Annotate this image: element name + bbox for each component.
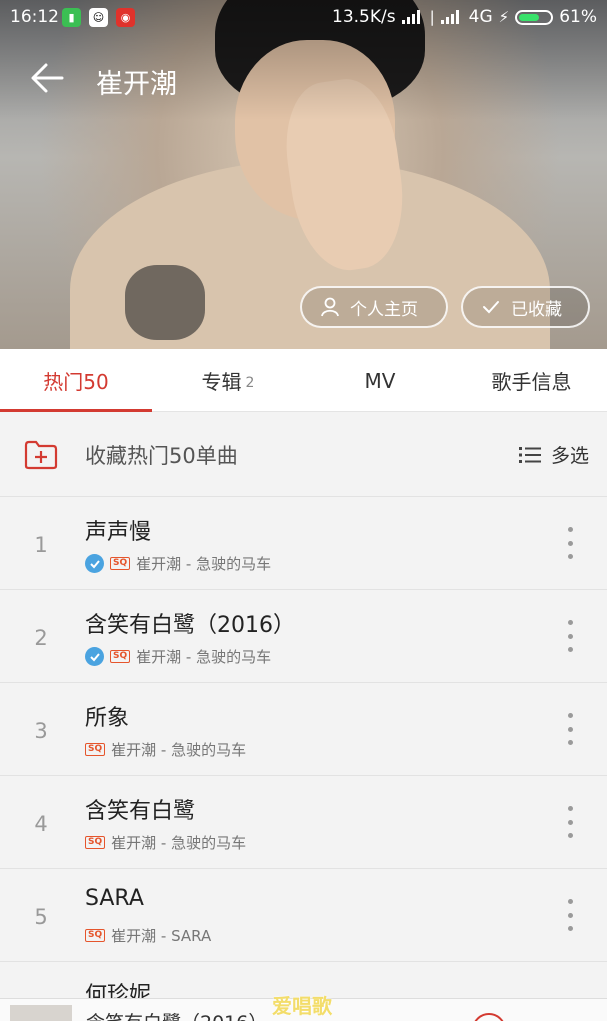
song-meta: SQ 崔开潮 - 急驶的马车 [85, 739, 246, 760]
collected-label: 已收藏 [511, 299, 562, 320]
song-row[interactable]: 2 含笑有白鹭（2016） SQ 崔开潮 - 急驶的马车 [0, 590, 607, 683]
tab-artist-info-label: 歌手信息 [491, 370, 572, 394]
song-artist-album: 崔开潮 - SARA [111, 927, 212, 945]
check-icon [483, 301, 499, 314]
more-options-icon[interactable] [563, 527, 577, 559]
song-meta: SQ 崔开潮 - 急驶的马车 [85, 832, 246, 853]
tab-mv[interactable]: MV [304, 349, 456, 412]
collected-button[interactable]: 已收藏 [461, 286, 590, 328]
artist-header-image: 16:12 ▮ ☺ ◉ 13.5K/s | 4G ⚡ 61% 崔开潮 个人主页 … [0, 0, 607, 349]
song-index: 3 [34, 719, 48, 743]
tab-artist-info[interactable]: 歌手信息 [456, 349, 607, 412]
more-options-icon[interactable] [563, 620, 577, 652]
back-arrow-icon [31, 63, 64, 93]
multi-select-button[interactable]: 多选 [518, 441, 589, 468]
tab-albums-label: 专辑 [201, 370, 242, 394]
sq-badge: SQ [85, 929, 106, 942]
song-title: 含笑有白鹭（2016） [85, 613, 295, 638]
song-list: 1 声声慢 SQ 崔开潮 - 急驶的马车 2 含笑有白鹭（2016） SQ 崔开… [0, 497, 607, 962]
watermark-text: 爱唱歌 [272, 994, 332, 1018]
battery-icon [515, 9, 554, 25]
sq-badge: SQ [110, 650, 131, 663]
song-index: 1 [34, 533, 48, 557]
page-title: 崔开潮 [96, 69, 177, 100]
collect-all-label: 收藏热门50单曲 [85, 444, 238, 468]
sq-badge: SQ [85, 743, 106, 756]
notification-icon: ▮ [62, 8, 81, 27]
downloaded-check-icon [85, 554, 104, 573]
tab-mv-label: MV [364, 368, 396, 393]
song-index: 4 [34, 812, 48, 836]
song-artist-album: 崔开潮 - 急驶的马车 [111, 741, 247, 759]
status-right: 13.5K/s | 4G ⚡ 61% [332, 7, 597, 27]
now-playing-title: 含笑有白鹭（2016） [86, 1008, 267, 1021]
network-speed: 13.5K/s [332, 7, 396, 27]
tab-hot-50[interactable]: 热门50 [0, 349, 152, 412]
more-options-icon[interactable] [563, 713, 577, 745]
song-index: 2 [34, 626, 48, 650]
charging-icon: ⚡ [498, 8, 510, 26]
person-icon [321, 297, 339, 317]
song-row[interactable]: 1 声声慢 SQ 崔开潮 - 急驶的马车 [0, 497, 607, 590]
add-folder-icon [24, 440, 58, 470]
song-meta: SQ 崔开潮 - SARA [85, 925, 211, 946]
tab-albums-count: 2 [245, 374, 255, 391]
music-app-icon: ◉ [116, 8, 135, 27]
artist-photo-shirt-print [125, 265, 205, 340]
sq-badge: SQ [85, 836, 106, 849]
artist-tabs: 热门50 专辑 2 MV 歌手信息 [0, 349, 607, 412]
status-notification-icons: ▮ ☺ ◉ [62, 8, 135, 27]
network-type: 4G [468, 7, 493, 27]
collect-all-row[interactable]: 收藏热门50单曲 多选 [0, 413, 607, 497]
song-title: 所象 [85, 706, 130, 731]
battery-level: 61% [559, 7, 597, 27]
artist-homepage-label: 个人主页 [350, 299, 418, 320]
multi-select-label: 多选 [550, 445, 589, 467]
signal-icon [401, 10, 424, 24]
song-title: 含笑有白鹭 [85, 799, 196, 824]
song-row[interactable]: 5 SARA SQ 崔开潮 - SARA [0, 869, 607, 962]
song-row[interactable]: 4 含笑有白鹭 SQ 崔开潮 - 急驶的马车 [0, 776, 607, 869]
song-row[interactable]: 3 所象 SQ 崔开潮 - 急驶的马车 [0, 683, 607, 776]
sq-badge: SQ [110, 557, 131, 570]
downloaded-check-icon [85, 647, 104, 666]
song-title: 声声慢 [85, 520, 152, 545]
status-bar: 16:12 ▮ ☺ ◉ 13.5K/s | 4G ⚡ 61% [0, 0, 607, 36]
song-artist-album: 崔开潮 - 急驶的马车 [136, 555, 272, 573]
tab-hot-50-label: 热门50 [43, 370, 109, 394]
tab-albums[interactable]: 专辑 2 [152, 349, 304, 412]
more-options-icon[interactable] [563, 899, 577, 931]
back-button[interactable] [26, 56, 70, 100]
signal-icon-2 [440, 10, 463, 24]
artist-homepage-button[interactable]: 个人主页 [300, 286, 448, 328]
song-meta: SQ 崔开潮 - 急驶的马车 [85, 646, 271, 667]
song-artist-album: 崔开潮 - 急驶的马车 [136, 648, 272, 666]
active-tab-indicator [0, 409, 152, 412]
list-icon [518, 446, 541, 463]
more-options-icon[interactable] [563, 806, 577, 838]
song-index: 5 [34, 905, 48, 929]
album-thumbnail [10, 1005, 72, 1021]
status-time: 16:12 [10, 7, 59, 27]
song-title: SARA [85, 886, 144, 911]
top-nav: 崔开潮 [0, 50, 607, 110]
song-meta: SQ 崔开潮 - 急驶的马车 [85, 553, 271, 574]
separator-icon: | [429, 8, 435, 26]
qq-icon: ☺ [89, 8, 108, 27]
song-artist-album: 崔开潮 - 急驶的马车 [111, 834, 247, 852]
